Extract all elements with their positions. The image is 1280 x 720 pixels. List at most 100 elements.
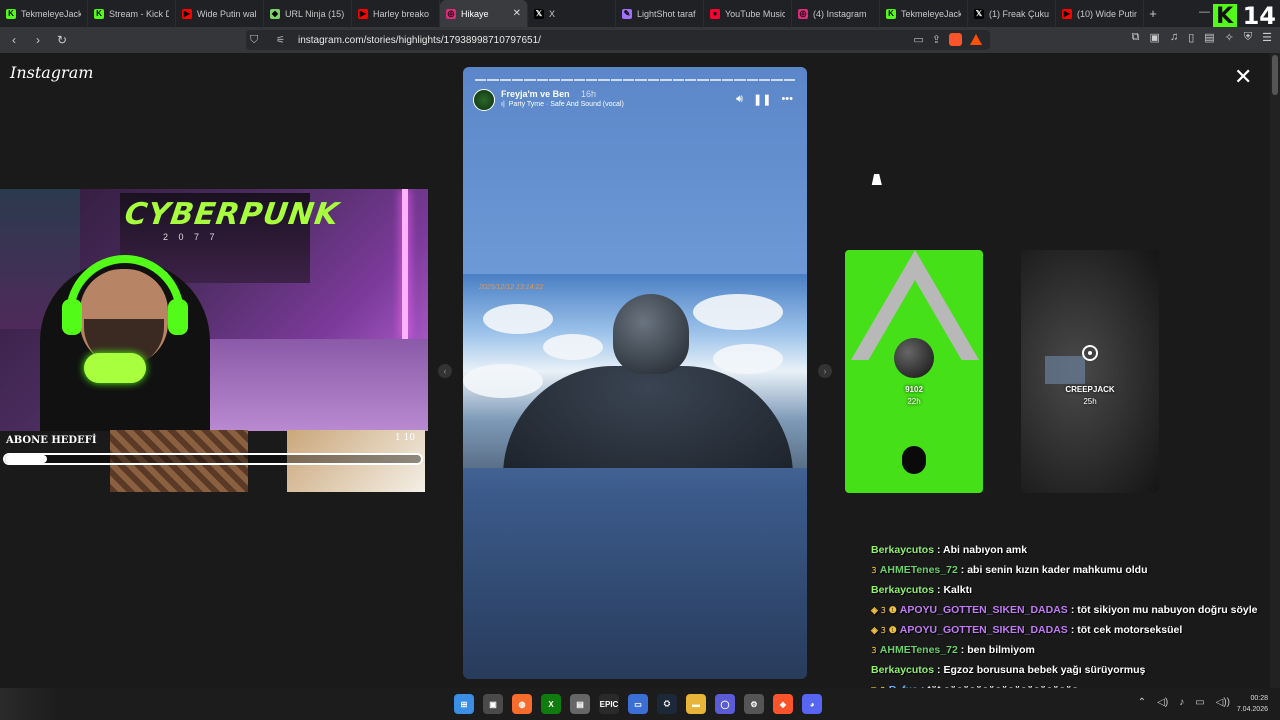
rider-jacket [503,366,793,468]
crosshair-icon [1082,345,1098,361]
browser-tab[interactable]: K TekmeleyeJack [880,0,968,27]
system-clock[interactable]: 00:28 7.04.2026 [1237,693,1268,715]
taskbar-notes-icon[interactable]: ▤ [570,694,590,714]
taskbar-origin-icon[interactable]: ◍ [512,694,532,714]
story-music[interactable]: ı| Party Tyme · Safe And Sound (vocal) [501,101,624,108]
sidebar-icon[interactable]: ▯ [1188,31,1194,44]
browser-tab[interactable]: ● YouTube Music [704,0,792,27]
browser-tab[interactable]: ◎ (4) Instagram [792,0,880,27]
chat-username[interactable]: Berkaycutos [871,584,934,596]
tab-favicon-icon: ▶ [1062,8,1072,19]
chat-message: 𝟹 AHMETenes_72: ben bilmiyom [871,640,1271,660]
reload-icon[interactable]: ↻ [52,30,72,50]
browser-tab[interactable]: ✎ LightShot taraf [616,0,704,27]
forward-icon[interactable]: › [28,30,48,50]
taskbar-steam-icon[interactable]: ⛭ [657,694,677,714]
bookmark-icon[interactable]: ⛉ [250,34,264,47]
browser-tab-strip: K TekmeleyeJack K Stream - Kick D ▶ Wide Puti… [0,0,1280,30]
volume-icon[interactable]: ◁)) [1216,697,1230,708]
back-icon[interactable]: ‹ [4,30,24,50]
music-bars-icon: ı| [501,101,505,108]
chat-text: : töt cek motorseksüel [1070,624,1183,636]
chat-message: ◈ 𝟹 ❶ APOYU_GOTTEN_SIKEN_DADAS: töt sikiy… [871,600,1271,620]
microphone [84,353,146,383]
story-thumbnail-creepjack[interactable]: CREEPJACK 25h [1021,250,1159,493]
brave-rewards-icon[interactable] [970,34,982,45]
chat-username[interactable]: APOYU_GOTTEN_SIKEN_DADAS [900,624,1068,636]
chat-username[interactable]: Berkaycutos [871,544,934,556]
taskbar-explorer-icon[interactable]: ▬ [686,694,706,714]
taskbar-store-icon[interactable]: ▣ [483,694,503,714]
screenshot-icon[interactable]: ▣ [1150,31,1160,44]
taskbar-epic-icon[interactable]: EPIC [599,694,619,714]
chat-badge-icon: ◈ 𝟹 ❶ [871,604,897,615]
speaker-icon[interactable]: ◁) [1157,697,1168,708]
menu-icon[interactable]: ☰ [1262,31,1272,44]
minimize-icon[interactable]: — [1199,6,1210,18]
tray-expand-icon[interactable]: ⌃ [1138,697,1146,708]
chat-message: Berkaycutos: Abi nabıyon amk [871,540,1271,560]
volume-icon[interactable]: 🔊︎ [736,93,743,106]
browser-tab[interactable]: K Stream - Kick D [88,0,176,27]
media-icon[interactable]: ♫ [1170,31,1178,44]
share-icon[interactable]: ⇪ [932,33,941,46]
story-username[interactable]: Freyja'm ve Ben [501,89,570,99]
taskbar-browser-icon[interactable]: ◯ [715,694,735,714]
browser-tab[interactable]: ▶ Harley breako [352,0,440,27]
instagram-logo[interactable]: Instagram [10,63,93,82]
mic-icon[interactable]: ♪ [1179,697,1184,708]
taskbar-brave-icon[interactable]: ◆ [773,694,793,714]
screen-cast-icon[interactable]: ▭ [913,33,923,46]
url-text[interactable]: instagram.com/stories/highlights/1793899… [298,35,541,46]
story-header: Freyja'm ve Ben 16h ı| Party Tyme · Safe… [473,87,797,113]
taskbar-xbox-icon[interactable]: X [541,694,561,714]
chat-username[interactable]: AHMETenes_72 [880,644,958,656]
display-icon[interactable]: ▭ [1195,697,1204,708]
chat-username[interactable]: Berkaycutos [871,664,934,676]
next-story-button[interactable]: › [818,364,832,378]
close-stories-button[interactable]: ✕ [1234,66,1252,88]
story-segment [610,79,623,81]
story-segment [524,79,536,81]
new-tab-button[interactable]: + [1144,6,1162,21]
exclamation-top [894,338,934,378]
instagram-stories-page: Instagram ✕ ‹ › Freyja'm ve Ben 16h ı| P… [0,53,1280,688]
chat-username[interactable]: APOYU_GOTTEN_SIKEN_DADAS [900,604,1068,616]
chat-username[interactable]: AHMETenes_72 [880,564,958,576]
taskbar-app-icon[interactable]: ▭ [628,694,648,714]
scrollbar-thumb[interactable] [1272,55,1278,95]
browser-tab[interactable]: ▶ Wide Putin wal [176,0,264,27]
brave-shields-icon[interactable] [949,33,962,46]
address-bar[interactable]: ⛉ ⚟ instagram.com/stories/highlights/179… [246,30,990,50]
avatar[interactable] [473,89,495,111]
exclamation-dot [902,446,926,474]
browser-tab[interactable]: ◎ Hikaye ✕ [440,0,528,27]
vpn-icon[interactable]: ⛨ [1244,31,1252,44]
story-viewer[interactable]: Freyja'm ve Ben 16h ı| Party Tyme · Safe… [463,67,807,679]
story-segment [573,79,586,81]
story-segment [598,79,610,81]
extensions-icon[interactable]: ⧉ [1132,31,1140,44]
previous-story-button[interactable]: ‹ [438,364,452,378]
leo-icon[interactable]: ✧ [1225,31,1234,44]
browser-tab[interactable]: ◆ URL Ninja (15) [264,0,352,27]
tab-label: (1) Freak Çukur [989,8,1049,19]
story-segment [660,79,672,81]
pause-icon[interactable]: ❚❚ [753,93,771,106]
browser-tab[interactable]: 𝕏X [528,0,616,27]
tab-favicon-icon: 𝕏 [974,8,984,19]
windows-taskbar: ⊞ ▣ ◍ X ▤ EPIC ▭ ⛭ ▬ ◯ ⚙ ◆ ◕ ⌃ ◁) ♪ ▭ ◁)) 00:28 7.04… [0,688,1280,720]
taskbar-discord-icon[interactable]: ◕ [802,694,822,714]
taskbar-windows-start-icon[interactable]: ⊞ [454,694,474,714]
taskbar-settings-icon[interactable]: ⚙ [744,694,764,714]
browser-tab[interactable]: ▶ (10) Wide Putin [1056,0,1144,27]
wallet-icon[interactable]: ▤ [1204,31,1214,44]
more-options-icon[interactable]: ••• [781,93,793,106]
tab-close-icon[interactable]: ✕ [513,8,521,19]
scrollbar[interactable] [1270,53,1280,688]
story-thumbnail-9102[interactable]: 9102 22h [845,250,983,493]
site-info-icon[interactable]: ⚟ [276,35,290,46]
browser-tab[interactable]: K TekmeleyeJack [0,0,88,27]
browser-tab[interactable]: 𝕏 (1) Freak Çukur [968,0,1056,27]
tab-favicon-icon: ◎ [446,8,456,19]
